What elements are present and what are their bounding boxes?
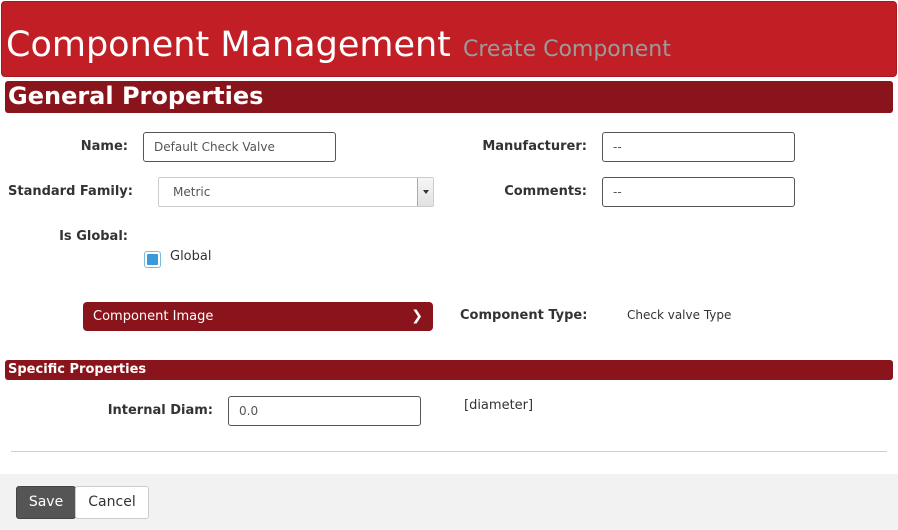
component-image-label: Component Image [93,309,214,324]
cancel-button[interactable]: Cancel [75,486,149,519]
global-checkbox-label: Global [170,249,212,264]
standard-family-label: Standard Family: [8,184,133,199]
chevron-right-icon: ❯ [411,308,423,324]
general-properties-header: General Properties [5,81,893,113]
save-button[interactable]: Save [16,486,76,519]
specific-properties-header: Specific Properties [5,360,893,380]
divider [11,451,887,452]
standard-family-value: Metric [173,185,211,199]
global-checkbox[interactable] [144,251,161,268]
page-title: Component Management [6,25,451,65]
page-subtitle: Create Component [463,37,671,62]
internal-diam-label: Internal Diam: [107,403,213,418]
name-input[interactable]: Default Check Valve [143,132,336,162]
comments-input[interactable]: -- [602,177,795,207]
component-type-value: Check valve Type [627,308,732,322]
internal-diam-unit: [diameter] [464,398,534,413]
app-header: Component Management Create Component [1,1,897,77]
manufacturer-input[interactable]: -- [602,132,795,162]
manufacturer-label: Manufacturer: [482,139,587,154]
component-image-button[interactable]: Component Image ❯ [83,302,433,331]
component-type-label: Component Type: [460,308,588,323]
name-label: Name: [80,139,128,154]
chevron-down-icon[interactable] [417,178,433,206]
comments-label: Comments: [504,184,587,199]
internal-diam-input[interactable]: 0.0 [228,396,421,426]
standard-family-select[interactable]: Metric [158,177,434,207]
is-global-label: Is Global: [59,229,128,244]
